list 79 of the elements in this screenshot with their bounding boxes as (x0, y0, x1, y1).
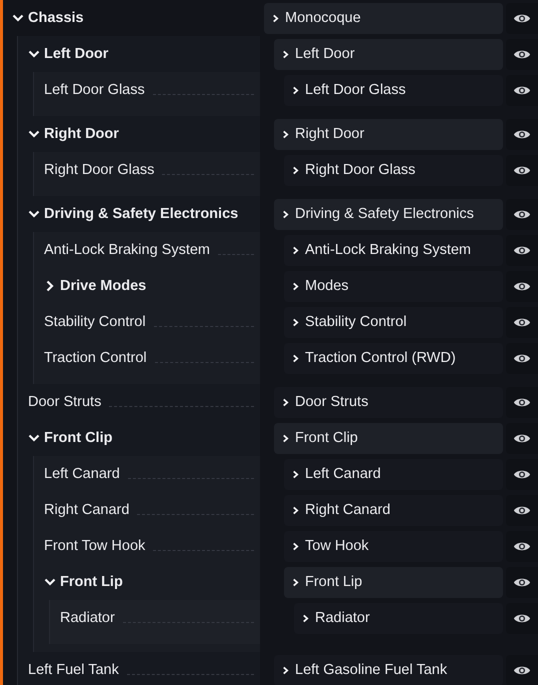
part-button[interactable]: Left Canard (284, 458, 503, 490)
chevron-right-icon (292, 166, 299, 174)
chevron-icon[interactable] (28, 48, 40, 60)
visibility-toggle[interactable] (506, 654, 538, 685)
tree-item-label[interactable]: Radiator (60, 610, 115, 626)
tree-item-label[interactable]: Anti-Lock Braking System (44, 242, 210, 258)
tree-item-label[interactable]: Drive Modes (60, 278, 146, 294)
visibility-toggle[interactable] (506, 198, 538, 230)
tree-item-label[interactable]: Left Door Glass (44, 82, 145, 98)
chevron-icon[interactable] (12, 12, 24, 24)
tree-item-label[interactable]: Traction Control (44, 350, 147, 366)
tree-item-label[interactable]: Driving & Safety Electronics (44, 206, 238, 222)
tree-item-label[interactable]: Right Door (44, 126, 119, 142)
visibility-toggle[interactable] (506, 458, 538, 490)
part-button[interactable]: Stability Control (284, 306, 503, 338)
visibility-toggle[interactable] (506, 234, 538, 266)
visibility-toggle[interactable] (506, 386, 538, 418)
chevron-right-icon (282, 50, 289, 58)
part-button[interactable]: Front Lip (284, 566, 503, 598)
visibility-toggle[interactable] (506, 74, 538, 106)
part-button[interactable]: Radiator (294, 602, 503, 634)
tree-item-label[interactable]: Door Struts (28, 394, 102, 410)
part-button[interactable]: Anti-Lock Braking System (284, 234, 503, 266)
part-button[interactable]: Tow Hook (284, 530, 503, 562)
part-button[interactable]: Left Gasoline Fuel Tank (274, 654, 503, 685)
tree-item-label[interactable]: Front Clip (44, 430, 112, 446)
visibility-toggle[interactable] (506, 566, 538, 598)
part-button[interactable]: Traction Control (RWD) (284, 342, 503, 374)
chevron-icon[interactable] (44, 576, 56, 588)
tree-item-label[interactable]: Right Canard (44, 502, 130, 518)
tree-item-label[interactable]: Left Fuel Tank (28, 662, 119, 678)
tree-item-label[interactable]: Front Lip (60, 574, 123, 590)
chevron-right-icon (292, 542, 299, 550)
part-button[interactable]: Left Door (274, 38, 503, 70)
part-button[interactable]: Left Door Glass (284, 74, 503, 106)
visibility-toggle[interactable] (506, 306, 538, 338)
visibility-toggle[interactable] (506, 602, 538, 634)
chevron-right-icon (292, 354, 299, 362)
tree-item-label[interactable]: Right Door Glass (44, 162, 154, 178)
chevron-right-icon (282, 398, 289, 406)
chevron-right-icon (282, 210, 289, 218)
chevron-icon[interactable] (28, 208, 40, 220)
part-button[interactable]: Front Clip (274, 422, 503, 454)
chevron-right-icon (292, 506, 299, 514)
part-button[interactable]: Monocoque (264, 2, 503, 34)
chevron-right-icon (292, 578, 299, 586)
visibility-toggle[interactable] (506, 118, 538, 150)
chevron-right-icon (292, 318, 299, 326)
chevron-right-icon (292, 86, 299, 94)
part-button[interactable]: Right Door Glass (284, 154, 503, 186)
chevron-right-icon (292, 246, 299, 254)
chevron-right-icon (282, 666, 289, 674)
tree-item-label[interactable]: Stability Control (44, 314, 146, 330)
tree-item-label[interactable]: Left Door (44, 46, 108, 62)
chevron-icon[interactable] (28, 432, 40, 444)
part-button[interactable]: Modes (284, 270, 503, 302)
visibility-toggle[interactable] (506, 342, 538, 374)
part-button[interactable]: Driving & Safety Electronics (274, 198, 503, 230)
chevron-right-icon (272, 14, 279, 22)
visibility-toggle[interactable] (506, 270, 538, 302)
chevron-right-icon (292, 470, 299, 478)
part-button[interactable]: Right Door (274, 118, 503, 150)
chevron-icon[interactable] (28, 128, 40, 140)
visibility-toggle[interactable] (506, 422, 538, 454)
visibility-toggle[interactable] (506, 38, 538, 70)
part-button[interactable]: Door Struts (274, 386, 503, 418)
chevron-icon[interactable] (44, 280, 56, 292)
visibility-toggle[interactable] (506, 494, 538, 526)
chevron-right-icon (302, 614, 309, 622)
visibility-toggle[interactable] (506, 154, 538, 186)
chevron-right-icon (282, 130, 289, 138)
part-button[interactable]: Right Canard (284, 494, 503, 526)
chevron-right-icon (282, 434, 289, 442)
tree-item-label[interactable]: Front Tow Hook (44, 538, 146, 554)
visibility-toggle[interactable] (506, 2, 538, 34)
tree-item-label[interactable]: Left Canard (44, 466, 120, 482)
tree-item-label[interactable]: Chassis (28, 10, 84, 26)
visibility-toggle[interactable] (506, 530, 538, 562)
chevron-right-icon (292, 282, 299, 290)
